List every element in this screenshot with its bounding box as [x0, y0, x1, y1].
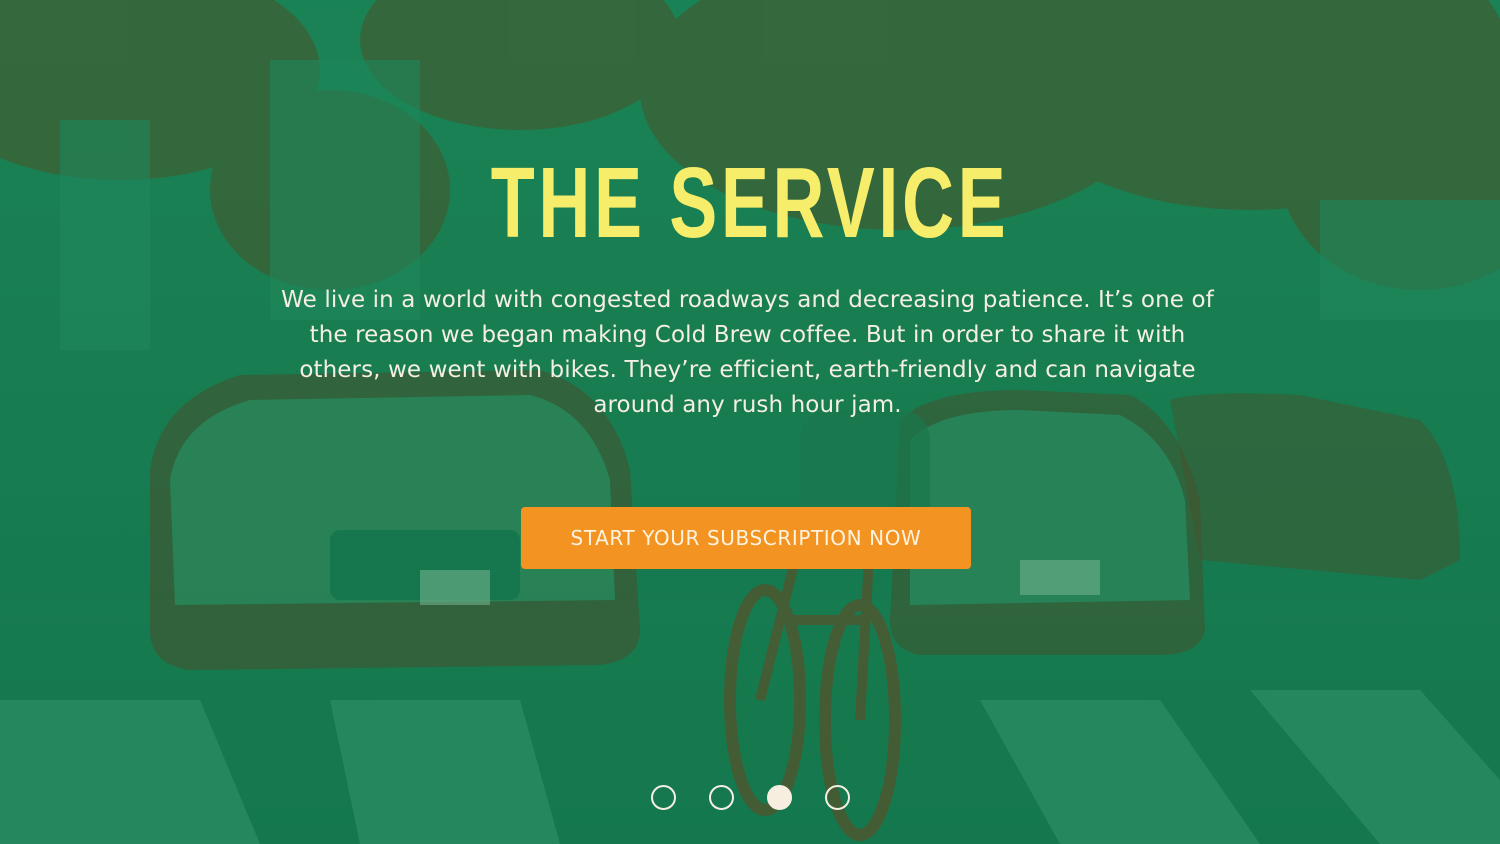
carousel-dot-4[interactable] — [824, 785, 850, 810]
page-title: THE SERVICE — [490, 147, 1010, 259]
carousel-dot-2[interactable] — [708, 785, 734, 810]
carousel-dot-1[interactable] — [650, 785, 676, 810]
service-description: We live in a world with congested roadwa… — [281, 287, 1214, 418]
start-subscription-button[interactable]: START YOUR SUBSCRIPTION NOW — [521, 507, 971, 569]
hero-section: THE SERVICE We live in a world with cong… — [0, 0, 1500, 844]
carousel-pagination — [0, 785, 1500, 811]
carousel-dot-3[interactable] — [766, 785, 792, 810]
